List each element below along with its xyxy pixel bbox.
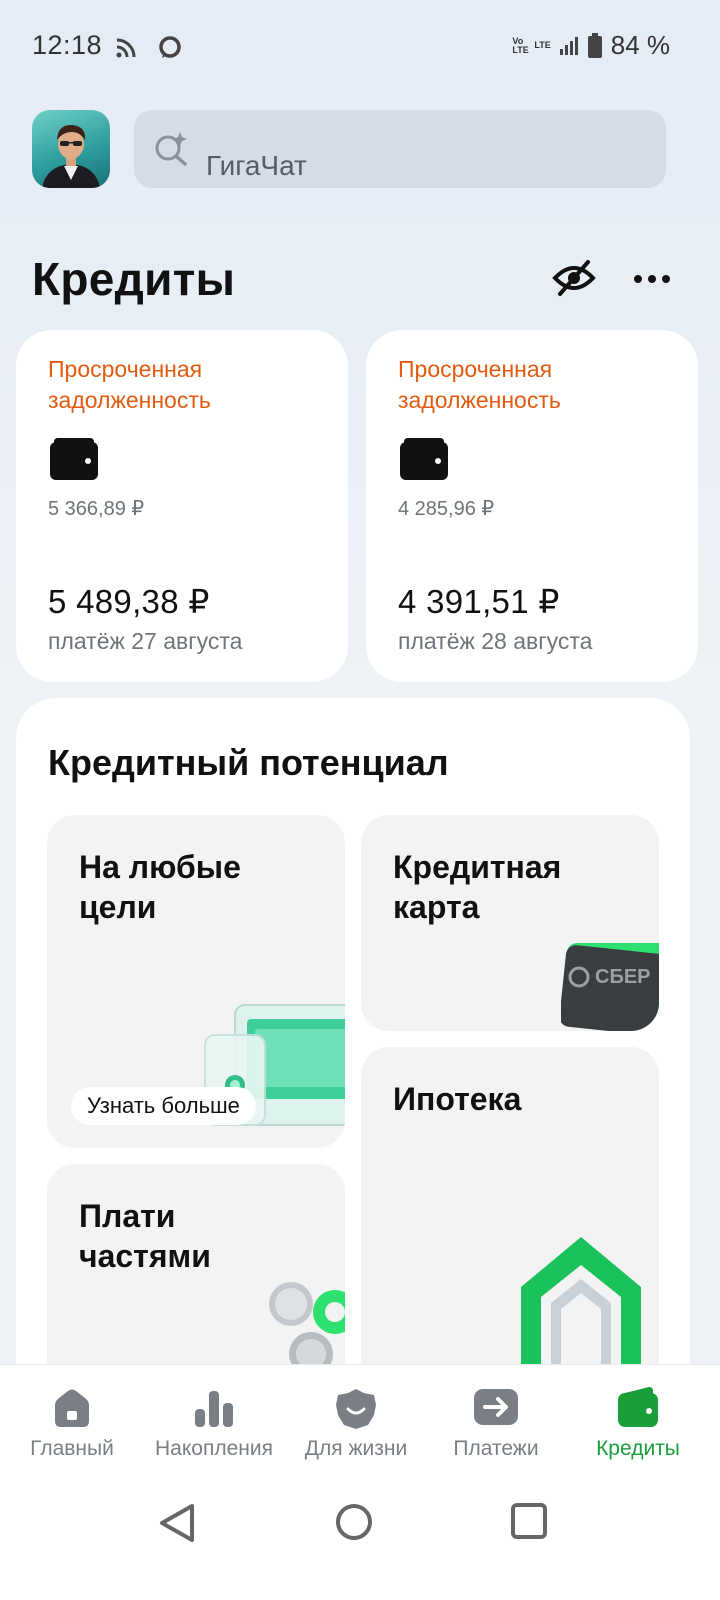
tile-title: Плати частями [79,1198,211,1274]
nav-label: Главный [30,1437,114,1460]
card-brand-text: СБЕР [595,966,651,988]
home-icon [55,1389,89,1427]
hide-balance-button[interactable] [552,258,596,298]
payment-amount: 4 391,51 ₽ [398,583,560,620]
overdue-label: Просроченная задолженность [48,356,211,413]
overdue-amount: 5 366,89 ₽ [48,498,145,520]
volte-indicator: Vo LTE [512,35,529,55]
debt-card[interactable]: Просроченная задолженность 5 366,89 ₽ 5 … [16,330,348,682]
tile-title: На любые цели [79,849,241,925]
nav-label: Кредиты [596,1437,680,1460]
nav-item-for-life[interactable]: Для жизни [284,1365,428,1477]
wallet-icon [400,438,448,480]
eye-off-icon [552,260,596,296]
tile-title: Ипотека [393,1081,522,1117]
cash-wallet-illustration [204,1004,345,1126]
nav-item-payments[interactable]: Платежи [424,1365,568,1477]
tile-any-purpose-loan[interactable]: На любые цели Узнать больше [47,815,345,1148]
nav-label: Накопления [155,1437,273,1460]
nav-item-savings[interactable]: Накопления [142,1365,286,1477]
back-icon[interactable] [158,1502,196,1544]
payment-date: платёж 28 августа [398,628,593,654]
tile-title: Кредитная карта [393,849,562,925]
battery-icon [587,32,602,58]
more-options-button[interactable] [630,264,674,294]
battery-percent: 84 % [610,30,670,60]
section-title: Кредитный потенциал [48,742,449,783]
sber-card-illustration: СБЕР [561,943,659,1031]
bottom-navigation: Главный Накопления Для жизни Платежи Кре… [0,1364,720,1476]
nav-item-home[interactable]: Главный [0,1365,144,1477]
profile-avatar[interactable] [32,110,110,188]
status-bar: 12:18 Vo LTE LTE 84 % [0,0,720,96]
nav-label: Платежи [453,1437,539,1460]
avatar-illustration [42,124,100,188]
home-circle-icon[interactable] [334,1502,374,1542]
tile-mortgage[interactable]: Ипотека [361,1047,659,1407]
bar-chart-icon [195,1391,233,1427]
nav-label: Для жизни [304,1437,408,1460]
overdue-amount: 4 285,96 ₽ [398,498,495,520]
more-dots-icon [634,275,670,283]
status-indicators: Vo LTE LTE 84 % [512,30,670,61]
tile-credit-card[interactable]: Кредитная карта СБЕР [361,815,659,1031]
debt-card[interactable]: Просроченная задолженность 4 285,96 ₽ 4 … [366,330,698,682]
signal-icon [559,36,578,55]
smile-badge-icon [336,1389,376,1429]
overdue-label: Просроченная задолженность [398,356,561,413]
message-icon [159,36,181,58]
arrow-right-icon [474,1389,518,1425]
learn-more-button[interactable]: Узнать больше [71,1087,256,1125]
nav-item-credits[interactable]: Кредиты [566,1365,710,1477]
rss-icon [116,38,136,58]
payment-date: платёж 27 августа [48,628,243,654]
system-navigation-bar [0,1476,720,1600]
recent-apps-icon[interactable] [510,1502,548,1540]
page-title: Кредиты [32,253,236,305]
wallet-icon [618,1387,658,1427]
lte-indicator: LTE [534,40,551,50]
status-time: 12:18 [32,30,103,60]
credit-potential-section: Кредитный потенциал На любые цели Узнать… [16,698,690,1424]
payment-amount: 5 489,38 ₽ [48,583,210,620]
wallet-icon [50,438,98,480]
gigachat-search-input[interactable]: ГигаЧат [134,110,666,188]
ai-search-icon [155,132,187,166]
search-placeholder: ГигаЧат [206,150,307,181]
